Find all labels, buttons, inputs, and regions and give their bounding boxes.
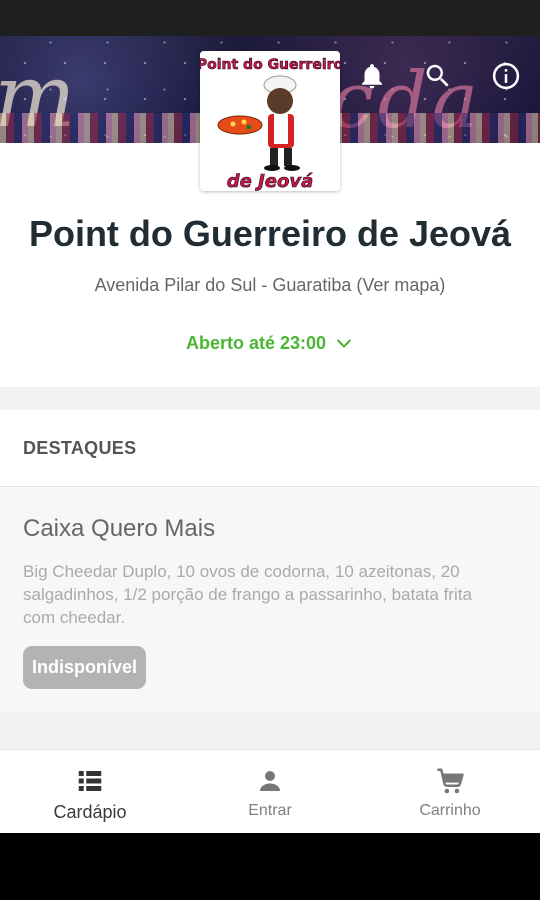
- info-icon[interactable]: [488, 58, 524, 94]
- nav-item-entrar[interactable]: Entrar: [180, 750, 360, 834]
- status-bar: [0, 0, 540, 36]
- unavailable-badge: Indisponível: [23, 646, 147, 689]
- cart-icon: [437, 768, 464, 794]
- nav-label: Cardápio: [53, 802, 127, 822]
- chevron-down-icon: [337, 339, 351, 348]
- product-description: Big Cheedar Duplo, 10 ovos de codorna, 1…: [23, 562, 472, 627]
- highlights-section: DESTAQUES Caixa Quero Mais Big Cheedar D…: [0, 410, 540, 711]
- open-hours-toggle[interactable]: Aberto até 23:00: [0, 333, 540, 354]
- store-address-link[interactable]: Avenida Pilar do Sul - Guaratiba (Ver ma…: [0, 275, 540, 296]
- open-status-label: Aberto até 23:00: [185, 333, 327, 353]
- logo-bottom-text: de Jeová: [227, 171, 314, 191]
- store-name: Point do Guerreiro de Jeová: [28, 213, 512, 254]
- store-page: Point do Guerreiro de Jeová Avenida Pila…: [0, 143, 540, 833]
- menu-list-icon: [78, 771, 102, 791]
- nav-item-cardapio[interactable]: Cardápio: [0, 750, 180, 834]
- logo-top-text: Point do Guerreiro: [200, 57, 340, 73]
- system-nav-bar: [0, 833, 540, 900]
- section-title: DESTAQUES: [23, 438, 137, 458]
- nav-label: Entrar: [248, 802, 292, 819]
- product-card[interactable]: Caixa Quero Mais Big Cheedar Duplo, 10 o…: [0, 487, 540, 711]
- product-name: Caixa Quero Mais: [23, 515, 216, 542]
- bottom-navigation: Cardápio Entrar Carrinho: [0, 749, 540, 834]
- bell-icon[interactable]: [354, 58, 390, 94]
- store-logo: Point do Guerreiro de Jeová: [200, 51, 340, 191]
- search-icon[interactable]: [420, 58, 456, 94]
- nav-item-carrinho[interactable]: Carrinho: [360, 750, 540, 834]
- person-icon: [260, 771, 280, 791]
- nav-label: Carrinho: [419, 802, 481, 819]
